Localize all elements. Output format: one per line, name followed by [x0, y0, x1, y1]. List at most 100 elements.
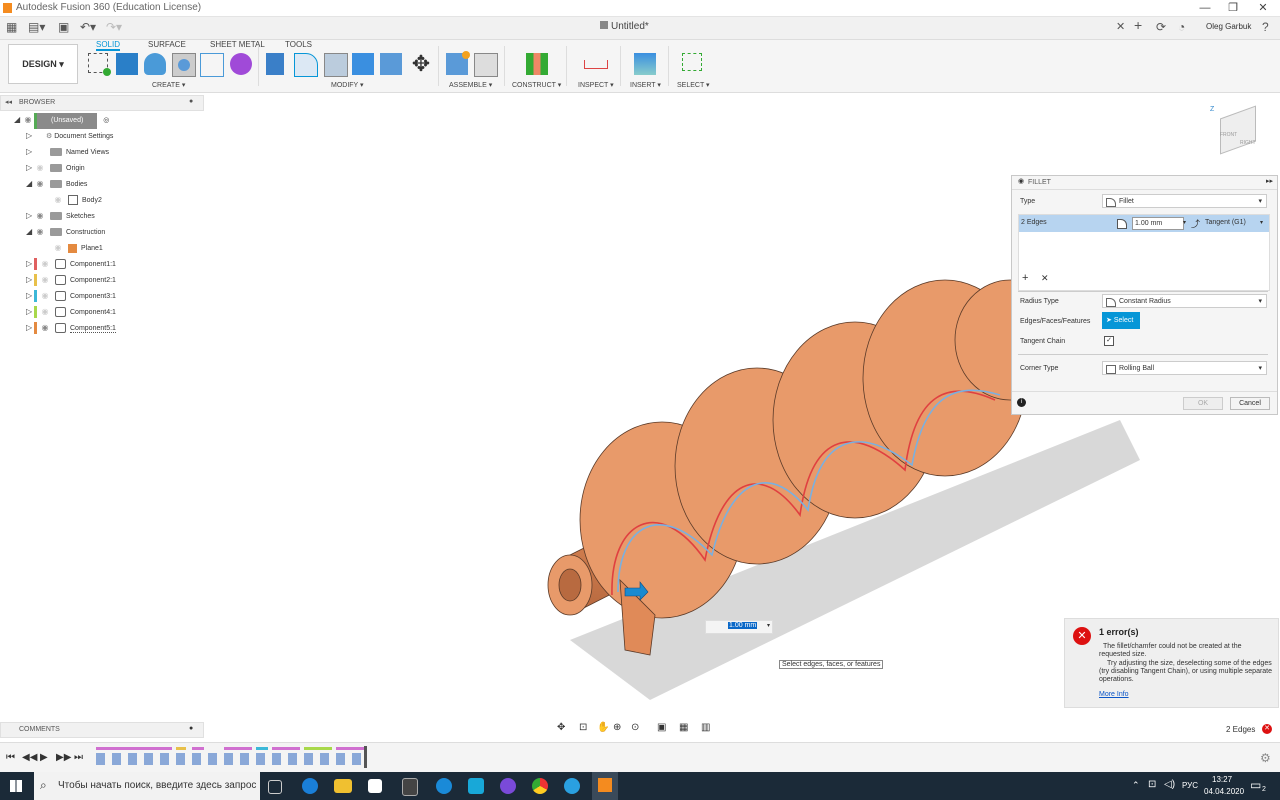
comments-panel[interactable]: COMMENTS ●: [0, 722, 204, 738]
tree-item-component3[interactable]: ▷ ◉ Component3:1: [26, 288, 116, 304]
type-select[interactable]: Fillet ▾: [1102, 194, 1267, 208]
tree-item-plane1[interactable]: ◉ Plane1: [52, 240, 103, 256]
chevron-down-icon[interactable]: ▾: [1260, 219, 1263, 226]
insert-menu[interactable]: INSERT ▾: [630, 81, 661, 89]
clock-time[interactable]: 13:27: [1212, 775, 1232, 784]
app-c-icon[interactable]: [468, 778, 484, 794]
fusion-taskbar-icon[interactable]: [592, 772, 618, 800]
assemble-menu[interactable]: ASSEMBLE ▾: [449, 81, 492, 89]
go-to-start-icon[interactable]: ⏮: [6, 752, 15, 763]
move-icon[interactable]: ✥: [410, 53, 432, 75]
insert-image-icon[interactable]: [634, 53, 656, 75]
create-sketch-icon[interactable]: [88, 53, 111, 76]
revolve-icon[interactable]: [144, 53, 166, 75]
collapse-icon[interactable]: ◂◂: [5, 98, 12, 106]
view-cube[interactable]: Z FRONT RIGHT: [1208, 105, 1264, 166]
offset-plane-icon[interactable]: [526, 53, 548, 75]
radius-canvas-value[interactable]: 1.00 mm: [728, 622, 758, 629]
tree-item-bodies[interactable]: ◢ ◉ Bodies: [26, 176, 87, 192]
shell-icon[interactable]: [352, 53, 374, 75]
timeline-features[interactable]: [96, 747, 368, 769]
redo-icon[interactable]: ↷▾: [106, 20, 122, 34]
browser-options-icon[interactable]: ●: [189, 98, 193, 105]
display-settings-icon[interactable]: ▣: [657, 722, 666, 733]
viewports-icon[interactable]: ▥: [701, 722, 710, 733]
collapse-icon[interactable]: ◉: [1018, 177, 1024, 185]
clock-date[interactable]: 04.04.2020: [1204, 787, 1244, 796]
tree-item-component2[interactable]: ▷ ◉ Component2:1: [26, 272, 116, 288]
eye-icon[interactable]: ◉: [39, 320, 51, 336]
grid-menu-icon[interactable]: ▦: [6, 20, 17, 34]
calculator-icon[interactable]: [402, 778, 418, 796]
eye-hidden-icon[interactable]: ◉: [52, 192, 64, 208]
store-icon[interactable]: [368, 779, 382, 793]
chevron-down-icon[interactable]: ▾: [1183, 219, 1186, 226]
input-language[interactable]: РУС: [1182, 781, 1198, 790]
fit-icon[interactable]: ⊙: [631, 722, 639, 733]
tree-item-body2[interactable]: ◉ Body2: [52, 192, 102, 208]
edge-row[interactable]: 2 Edges 1.00 mm ▾ ⤴ Tangent (G1) ▾: [1019, 215, 1269, 232]
zoom-icon[interactable]: ⊕: [613, 722, 621, 733]
maximize-icon[interactable]: ❐: [1218, 0, 1248, 16]
add-comment-icon[interactable]: ●: [189, 725, 193, 732]
pan-icon[interactable]: ✋: [597, 722, 609, 733]
volume-icon[interactable]: ◁): [1164, 779, 1175, 790]
eye-icon[interactable]: ◉: [34, 208, 46, 224]
activate-icon[interactable]: ◎: [103, 117, 109, 124]
file-icon[interactable]: ▤▾: [28, 20, 45, 34]
undo-icon[interactable]: ↶▾: [80, 20, 96, 34]
step-forward-icon[interactable]: ▶▶: [56, 752, 71, 763]
skype-icon[interactable]: [436, 778, 452, 794]
step-back-icon[interactable]: ◀◀: [22, 752, 37, 763]
taskbar-search[interactable]: ⌕ Чтобы начать поиск, введите здесь запр…: [34, 772, 260, 800]
telegram-icon[interactable]: [564, 778, 580, 794]
radius-type-select[interactable]: Constant Radius ▾: [1102, 294, 1267, 308]
create-menu[interactable]: CREATE ▾: [152, 81, 185, 89]
tree-item-named-views[interactable]: ▷ Named Views: [26, 144, 109, 160]
eye-hidden-icon[interactable]: ◉: [34, 160, 46, 176]
corner-type-select[interactable]: Rolling Ball ▾: [1102, 361, 1267, 375]
tree-item-origin[interactable]: ▷ ◉ Origin: [26, 160, 85, 176]
tab-tools[interactable]: TOOLS: [285, 40, 312, 49]
radius-canvas-input[interactable]: 1.00 mm ▾: [705, 620, 773, 634]
close-icon[interactable]: ✕: [1248, 0, 1278, 16]
new-component-icon[interactable]: [446, 51, 470, 75]
tab-surface[interactable]: SURFACE: [148, 40, 186, 49]
help-icon[interactable]: ?: [1262, 20, 1269, 34]
extrude-icon[interactable]: [116, 53, 138, 75]
task-view-icon[interactable]: [268, 780, 282, 794]
construct-menu[interactable]: CONSTRUCT ▾: [512, 81, 561, 89]
radius-input[interactable]: 1.00 mm: [1132, 217, 1184, 230]
timeline-marker[interactable]: [364, 746, 367, 768]
inspect-menu[interactable]: INSPECT ▾: [578, 81, 614, 89]
info-icon[interactable]: i: [1017, 398, 1026, 407]
document-tab[interactable]: Untitled*: [600, 21, 649, 32]
close-tab-icon[interactable]: ✕: [1116, 20, 1125, 33]
pattern-icon[interactable]: [200, 53, 224, 77]
look-at-icon[interactable]: ⊡: [579, 722, 587, 733]
clear-selection-icon[interactable]: ✕: [1262, 724, 1272, 734]
create-form-icon[interactable]: [230, 53, 252, 75]
view-cube-face[interactable]: [1220, 105, 1256, 155]
press-pull-icon[interactable]: [266, 53, 284, 75]
fillet-icon[interactable]: [294, 53, 318, 77]
expand-icon[interactable]: ▸▸: [1266, 177, 1273, 185]
action-center-icon[interactable]: ▭: [1250, 778, 1261, 792]
go-to-end-icon[interactable]: ⏭: [74, 752, 83, 763]
tab-sheet-metal[interactable]: SHEET METAL: [210, 40, 265, 49]
view-cube-right[interactable]: RIGHT: [1240, 140, 1256, 146]
tree-item-construction[interactable]: ◢ ◉ Construction: [26, 224, 105, 240]
notifications-icon[interactable]: ◔: [1178, 20, 1185, 34]
workspace-switcher[interactable]: DESIGN ▾: [8, 44, 78, 84]
measure-icon[interactable]: [584, 60, 608, 69]
eye-hidden-icon[interactable]: ◉: [52, 240, 64, 256]
cancel-button[interactable]: Cancel: [1230, 397, 1270, 410]
add-icon[interactable]: +: [1022, 272, 1028, 284]
select-menu[interactable]: SELECT ▾: [677, 81, 710, 89]
eye-icon[interactable]: ◉: [34, 224, 46, 240]
tree-root[interactable]: ◢ ◉ (Unsaved) ◎: [14, 112, 109, 129]
orbit-icon[interactable]: ✥: [557, 722, 565, 733]
chamfer-icon[interactable]: [324, 53, 348, 77]
user-name[interactable]: Oleg Garbuk: [1206, 22, 1251, 31]
tray-chevron-icon[interactable]: ⌃: [1132, 780, 1140, 791]
